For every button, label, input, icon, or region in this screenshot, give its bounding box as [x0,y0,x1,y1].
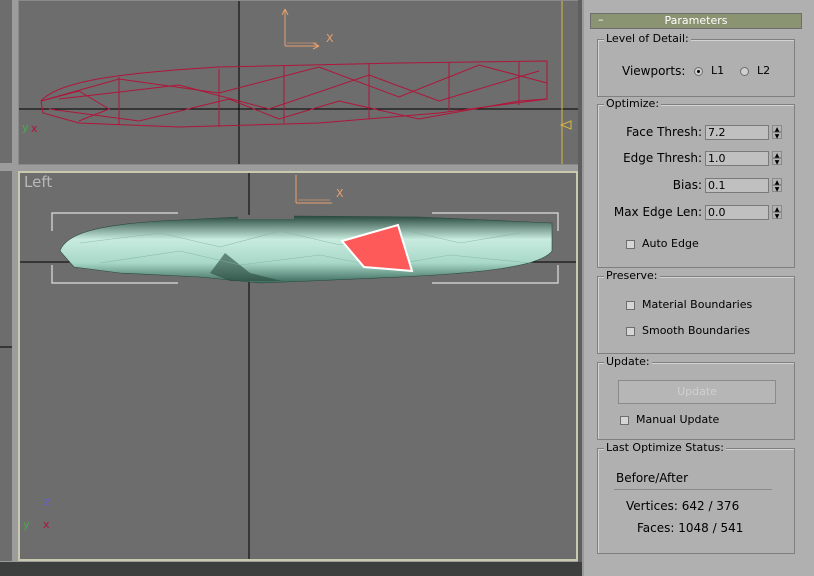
smooth-boundaries-label[interactable]: Smooth Boundaries [642,324,750,337]
parameters-rollout-header[interactable]: – Parameters [590,13,802,29]
group-title: Preserve: [604,269,660,282]
top-viewport[interactable]: X y x [18,0,580,165]
face-thresh-spinner[interactable]: ▲ ▼ [772,125,782,140]
manual-update-checkbox[interactable] [620,416,629,425]
radio-l2-label[interactable]: L2 [757,64,770,77]
bias-spinner[interactable]: ▲ ▼ [772,178,782,193]
edge-thresh-spinner[interactable]: ▲ ▼ [772,151,782,166]
edge-thresh-input[interactable]: 1.0 [705,151,769,166]
wireframe-render [19,1,579,164]
max-edge-len-spinner[interactable]: ▲ ▼ [772,205,782,220]
axis-z-label: z [44,495,50,508]
viewport-separator [578,0,582,576]
vertices-status: Vertices: 642 / 376 [626,499,740,513]
material-boundaries-label[interactable]: Material Boundaries [642,298,752,311]
auto-edge-checkbox[interactable] [626,240,635,249]
shaded-render [20,173,576,559]
viewports-label: Viewports: [622,64,686,78]
axis-x-small-label: x [31,122,38,135]
axis-y-label: y [23,518,30,531]
group-title: Last Optimize Status: [604,441,726,454]
max-edge-len-input[interactable]: 0.0 [705,205,769,220]
edge-thresh-label: Edge Thresh: [623,151,702,165]
group-title: Update: [604,355,652,368]
update-group: Update: Update Manual Update [597,355,795,440]
face-thresh-label: Face Thresh: [626,125,702,139]
group-title: Level of Detail: [604,32,691,45]
radio-l1-label[interactable]: L1 [711,64,724,77]
max-edge-len-label: Max Edge Len: [613,205,702,219]
group-title: Optimize: [604,97,662,110]
radio-l1[interactable] [694,67,703,76]
axis-y-label: y [22,121,29,134]
viewport-side-strip [0,0,12,163]
update-button[interactable]: Update [618,380,776,404]
rollout-title: Parameters [664,14,728,27]
axis-x-label: X [336,187,344,200]
axis-x-small-label: x [43,518,50,531]
level-of-detail-group: Level of Detail: Viewports: L1 L2 [597,32,795,97]
face-thresh-input[interactable]: 7.2 [705,125,769,140]
mesh-body [59,215,553,284]
left-viewport[interactable]: Left X z y x [18,171,578,561]
last-optimize-status-group: Last Optimize Status: Before/After Verti… [597,441,795,554]
auto-edge-label[interactable]: Auto Edge [642,237,699,250]
axis-x-label: X [326,32,334,45]
side-axis-icon [0,346,12,348]
optimize-group: Optimize: Face Thresh: 7.2 ▲ ▼ Edge Thres… [597,97,795,268]
smooth-boundaries-checkbox[interactable] [626,327,635,336]
preserve-group: Preserve: Material Boundaries Smooth Bou… [597,269,795,354]
bias-input[interactable]: 0.1 [705,178,769,193]
viewport-side-strip [0,171,12,561]
manual-update-label[interactable]: Manual Update [636,413,719,426]
material-boundaries-checkbox[interactable] [626,301,635,310]
bias-label: Bias: [672,178,702,192]
faces-status: Faces: 1048 / 541 [637,521,744,535]
radio-l2[interactable] [740,67,749,76]
status-divider [614,489,772,490]
status-bar [0,562,582,576]
before-after-label: Before/After [616,471,689,485]
